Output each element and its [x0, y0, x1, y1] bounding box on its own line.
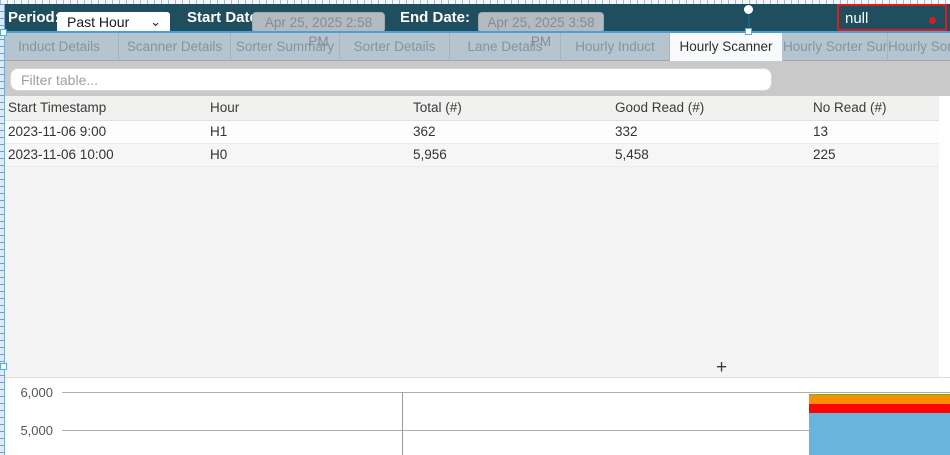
period-select[interactable]: Past Hour ⌄: [57, 12, 170, 33]
app-canvas: Period: Past Hour ⌄ Start Date: Apr 25, …: [0, 0, 950, 455]
selection-top-edge: [0, 31, 950, 33]
selection-handle-top-center[interactable]: [745, 28, 752, 35]
y-axis-tick-6000: 6,000: [0, 385, 53, 399]
column-header-start-timestamp[interactable]: Start Timestamp: [0, 96, 202, 120]
stacked-bar[interactable]: [809, 394, 950, 455]
table-header-row: Start Timestamp Hour Total (#) Good Read…: [0, 96, 950, 121]
filter-table-input[interactable]: [10, 68, 772, 91]
bar-segment-orange: [809, 395, 950, 404]
start-date-input[interactable]: Apr 25, 2025 2:58 PM: [252, 12, 385, 33]
tab-hourly-sorter[interactable]: Hourly Sort: [888, 33, 950, 61]
table-empty-area: [0, 167, 950, 378]
table-row[interactable]: 2023-11-06 9:00 H1 362 332 13: [0, 121, 950, 144]
column-header-good-read[interactable]: Good Read (#): [607, 96, 805, 120]
filter-bar: [0, 61, 950, 96]
column-header-no-read[interactable]: No Read (#): [805, 96, 950, 120]
selection-handle-top-left[interactable]: [0, 29, 7, 36]
bar-segment-blue: [809, 413, 950, 455]
tab-sorter-details[interactable]: Sorter Details: [340, 33, 450, 61]
end-date-input[interactable]: Apr 25, 2025 3:58 PM: [478, 12, 604, 33]
tab-hourly-scanner[interactable]: Hourly Scanner: [670, 33, 783, 61]
table-row[interactable]: 2023-11-06 10:00 H0 5,956 5,458 225: [0, 144, 950, 167]
tab-scanner-details[interactable]: Scanner Details: [119, 33, 231, 61]
error-dot-icon: [929, 17, 936, 24]
tab-bar: Induct Details Scanner Details Sorter Su…: [0, 33, 950, 61]
ruler-vertical: [0, 4, 5, 455]
selection-handle-mid-left[interactable]: [0, 363, 7, 370]
period-label: Period:: [8, 4, 60, 32]
ruler-horizontal: [0, 0, 950, 4]
chevron-down-icon: ⌄: [150, 17, 161, 27]
toolbar: Period: Past Hour ⌄ Start Date: Apr 25, …: [0, 4, 950, 32]
hourly-scanner-chart: 6,000 5,000: [0, 378, 950, 455]
null-value-error-box: null: [837, 4, 947, 31]
bar-segment-red: [809, 404, 950, 413]
tab-hourly-sorter-summary[interactable]: Hourly Sorter Summar: [783, 33, 888, 61]
y-axis-tick-5000: 5,000: [0, 423, 53, 437]
scrollbar-gutter: [939, 96, 950, 377]
column-header-total[interactable]: Total (#): [405, 96, 607, 120]
end-date-label: End Date:: [400, 4, 470, 32]
drag-indicator-circle[interactable]: [744, 5, 753, 14]
column-header-hour[interactable]: Hour: [202, 96, 405, 120]
null-value-text: null: [845, 7, 868, 31]
category-divider-line: [402, 392, 403, 455]
plus-icon[interactable]: +: [716, 358, 727, 377]
period-select-value: Past Hour: [67, 14, 129, 30]
tab-induct-details[interactable]: Induct Details: [0, 33, 119, 61]
tab-hourly-induct[interactable]: Hourly Induct: [561, 33, 670, 61]
